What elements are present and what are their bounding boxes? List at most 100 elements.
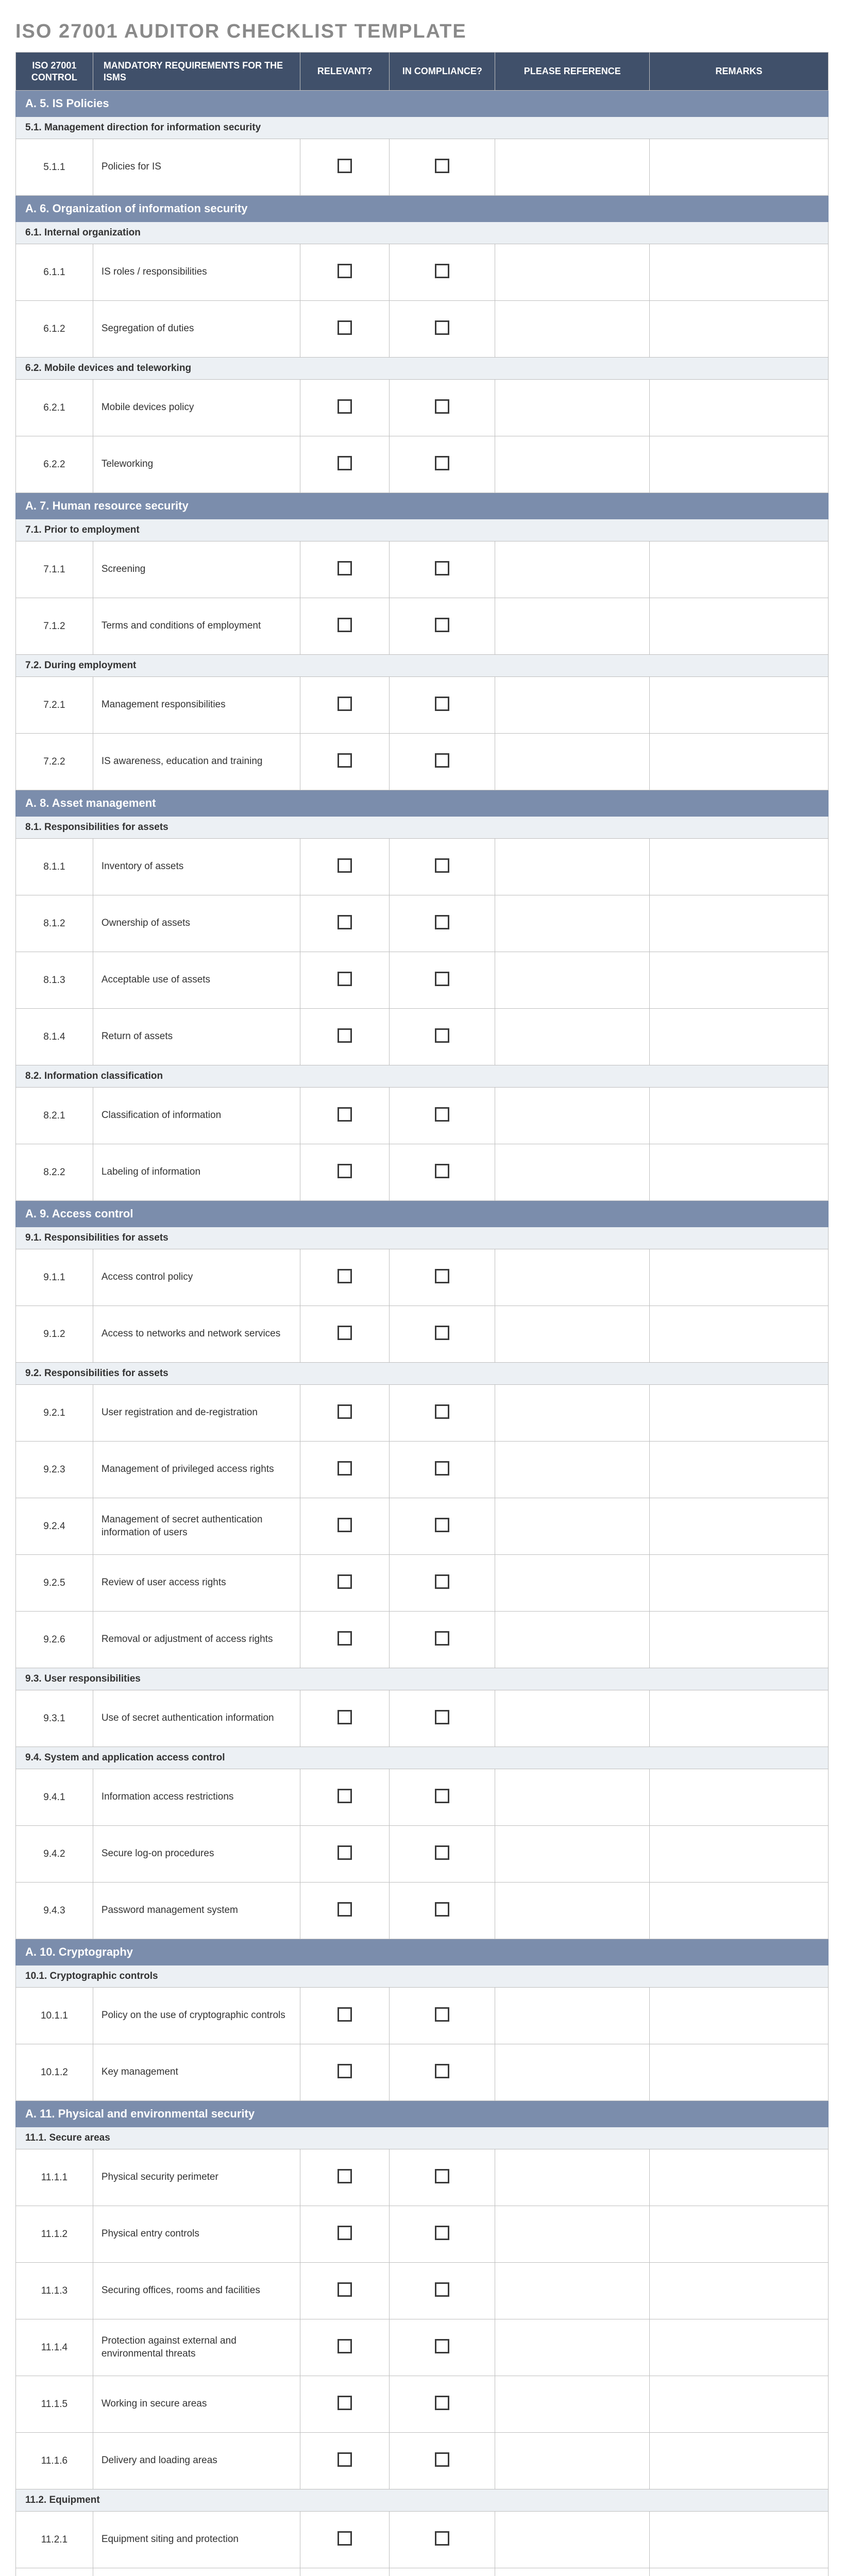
reference-cell[interactable] [495, 541, 650, 598]
compliance-checkbox[interactable] [435, 1461, 449, 1476]
reference-cell[interactable] [495, 1555, 650, 1612]
reference-cell[interactable] [495, 598, 650, 655]
compliance-checkbox[interactable] [435, 2064, 449, 2078]
relevant-checkbox[interactable] [337, 1461, 352, 1476]
remarks-cell[interactable] [650, 1769, 829, 1826]
compliance-checkbox[interactable] [435, 2226, 449, 2240]
remarks-cell[interactable] [650, 1555, 829, 1612]
relevant-checkbox[interactable] [337, 561, 352, 575]
remarks-cell[interactable] [650, 2376, 829, 2433]
remarks-cell[interactable] [650, 1498, 829, 1555]
reference-cell[interactable] [495, 2206, 650, 2263]
reference-cell[interactable] [495, 139, 650, 196]
remarks-cell[interactable] [650, 677, 829, 734]
remarks-cell[interactable] [650, 2512, 829, 2568]
reference-cell[interactable] [495, 380, 650, 436]
reference-cell[interactable] [495, 895, 650, 952]
compliance-checkbox[interactable] [435, 1710, 449, 1724]
reference-cell[interactable] [495, 2044, 650, 2101]
compliance-checkbox[interactable] [435, 697, 449, 711]
compliance-checkbox[interactable] [435, 1404, 449, 1419]
remarks-cell[interactable] [650, 2433, 829, 2489]
relevant-checkbox[interactable] [337, 1326, 352, 1340]
relevant-checkbox[interactable] [337, 1164, 352, 1178]
remarks-cell[interactable] [650, 2044, 829, 2101]
reference-cell[interactable] [495, 839, 650, 895]
remarks-cell[interactable] [650, 380, 829, 436]
reference-cell[interactable] [495, 1988, 650, 2044]
reference-cell[interactable] [495, 2433, 650, 2489]
reference-cell[interactable] [495, 2376, 650, 2433]
remarks-cell[interactable] [650, 1009, 829, 1065]
remarks-cell[interactable] [650, 895, 829, 952]
reference-cell[interactable] [495, 1385, 650, 1442]
reference-cell[interactable] [495, 1249, 650, 1306]
compliance-checkbox[interactable] [435, 2452, 449, 2467]
relevant-checkbox[interactable] [337, 1107, 352, 1122]
compliance-checkbox[interactable] [435, 1107, 449, 1122]
relevant-checkbox[interactable] [337, 618, 352, 632]
reference-cell[interactable] [495, 244, 650, 301]
relevant-checkbox[interactable] [337, 2452, 352, 2467]
relevant-checkbox[interactable] [337, 2282, 352, 2297]
relevant-checkbox[interactable] [337, 2339, 352, 2353]
remarks-cell[interactable] [650, 734, 829, 790]
compliance-checkbox[interactable] [435, 2339, 449, 2353]
compliance-checkbox[interactable] [435, 1326, 449, 1340]
compliance-checkbox[interactable] [435, 2007, 449, 2022]
reference-cell[interactable] [495, 1769, 650, 1826]
relevant-checkbox[interactable] [337, 1902, 352, 1917]
compliance-checkbox[interactable] [435, 2282, 449, 2297]
compliance-checkbox[interactable] [435, 399, 449, 414]
compliance-checkbox[interactable] [435, 2396, 449, 2410]
compliance-checkbox[interactable] [435, 1789, 449, 1803]
compliance-checkbox[interactable] [435, 1269, 449, 1283]
compliance-checkbox[interactable] [435, 972, 449, 986]
remarks-cell[interactable] [650, 1249, 829, 1306]
relevant-checkbox[interactable] [337, 264, 352, 278]
compliance-checkbox[interactable] [435, 1574, 449, 1589]
remarks-cell[interactable] [650, 301, 829, 358]
remarks-cell[interactable] [650, 1144, 829, 1201]
reference-cell[interactable] [495, 1088, 650, 1144]
reference-cell[interactable] [495, 2319, 650, 2376]
relevant-checkbox[interactable] [337, 1028, 352, 1043]
relevant-checkbox[interactable] [337, 2531, 352, 2546]
compliance-checkbox[interactable] [435, 618, 449, 632]
reference-cell[interactable] [495, 1009, 650, 1065]
reference-cell[interactable] [495, 301, 650, 358]
relevant-checkbox[interactable] [337, 1518, 352, 1532]
relevant-checkbox[interactable] [337, 1574, 352, 1589]
reference-cell[interactable] [495, 1498, 650, 1555]
relevant-checkbox[interactable] [337, 159, 352, 173]
remarks-cell[interactable] [650, 1442, 829, 1498]
compliance-checkbox[interactable] [435, 320, 449, 335]
relevant-checkbox[interactable] [337, 399, 352, 414]
compliance-checkbox[interactable] [435, 1164, 449, 1178]
compliance-checkbox[interactable] [435, 915, 449, 929]
reference-cell[interactable] [495, 2263, 650, 2319]
relevant-checkbox[interactable] [337, 697, 352, 711]
remarks-cell[interactable] [650, 2263, 829, 2319]
reference-cell[interactable] [495, 2512, 650, 2568]
relevant-checkbox[interactable] [337, 1710, 352, 1724]
compliance-checkbox[interactable] [435, 159, 449, 173]
compliance-checkbox[interactable] [435, 1518, 449, 1532]
remarks-cell[interactable] [650, 1826, 829, 1883]
compliance-checkbox[interactable] [435, 753, 449, 768]
relevant-checkbox[interactable] [337, 1404, 352, 1419]
remarks-cell[interactable] [650, 436, 829, 493]
reference-cell[interactable] [495, 2568, 650, 2576]
remarks-cell[interactable] [650, 2149, 829, 2206]
relevant-checkbox[interactable] [337, 858, 352, 873]
remarks-cell[interactable] [650, 244, 829, 301]
relevant-checkbox[interactable] [337, 753, 352, 768]
reference-cell[interactable] [495, 1826, 650, 1883]
remarks-cell[interactable] [650, 1690, 829, 1747]
remarks-cell[interactable] [650, 1612, 829, 1668]
relevant-checkbox[interactable] [337, 320, 352, 335]
reference-cell[interactable] [495, 952, 650, 1009]
relevant-checkbox[interactable] [337, 915, 352, 929]
reference-cell[interactable] [495, 1883, 650, 1939]
remarks-cell[interactable] [650, 541, 829, 598]
